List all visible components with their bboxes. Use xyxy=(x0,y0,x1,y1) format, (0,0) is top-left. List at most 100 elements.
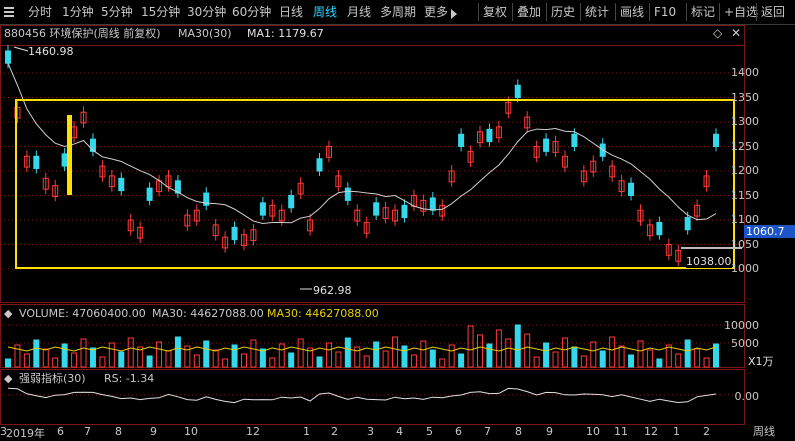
volume-bar xyxy=(439,358,446,368)
volume-bar xyxy=(212,349,219,368)
price-tick: 1150 xyxy=(731,188,759,202)
ma30-indicator-label[interactable]: MA30(30) xyxy=(178,27,232,40)
candle-body xyxy=(373,202,380,216)
price-tick: 1050 xyxy=(731,237,759,251)
rs-label: 强弱指标(30) xyxy=(19,372,86,385)
volume-bar xyxy=(127,337,134,368)
volume-bar xyxy=(684,339,691,368)
rs-collapse-icon[interactable]: ◆ xyxy=(4,372,12,385)
volume-bar xyxy=(89,347,96,368)
candle-body xyxy=(571,133,578,147)
rs-line xyxy=(7,387,717,404)
time-tick: 1 xyxy=(303,425,310,438)
more-caret-icon[interactable] xyxy=(451,9,457,19)
time-tick: 2019年 xyxy=(6,427,45,440)
tab-1[interactable]: 1分钟 xyxy=(62,0,94,24)
price-tick: 1350 xyxy=(731,90,759,104)
volume-bar xyxy=(637,340,644,368)
tab-4[interactable]: 30分钟 xyxy=(187,0,226,24)
candle-body xyxy=(5,50,11,64)
time-tick: 11 xyxy=(614,425,628,438)
volume-bar xyxy=(23,353,30,368)
volume-bar xyxy=(335,351,342,368)
volume-bar xyxy=(33,339,40,368)
tab-9[interactable]: 多周期 xyxy=(380,0,416,24)
volume-bar xyxy=(278,343,285,368)
candle-body xyxy=(514,84,521,98)
volume-bar xyxy=(477,334,483,368)
high-marker-arrow xyxy=(13,46,29,52)
toolbar-button-5[interactable]: F10 xyxy=(654,0,676,24)
volume-collapse-icon[interactable]: ◆ xyxy=(4,307,12,320)
volume-bar xyxy=(458,353,465,368)
volume-bar xyxy=(495,329,502,368)
toolbar-button-3[interactable]: 统计 xyxy=(585,0,609,24)
tab-7[interactable]: 周线 xyxy=(313,0,337,24)
volume-bar xyxy=(52,357,59,368)
tab-10[interactable]: 更多 xyxy=(424,0,448,24)
volume-bar xyxy=(259,348,266,368)
time-tick: 2 xyxy=(703,425,710,438)
toolbar-separator xyxy=(719,3,720,21)
volume-bar xyxy=(590,341,597,368)
diamond-icon[interactable]: ◇ xyxy=(713,27,722,40)
tab-5[interactable]: 60分钟 xyxy=(232,0,271,24)
volume-bar xyxy=(628,354,635,368)
volume-bar xyxy=(174,336,181,368)
time-tick: 2 xyxy=(331,425,338,438)
rs-value: RS: -1.34 xyxy=(104,372,155,385)
volume-bar xyxy=(231,344,238,368)
volume-bar xyxy=(373,341,380,368)
toolbar-button-7[interactable]: +自选 xyxy=(724,0,758,24)
ma1-value: MA1: 1179.67 xyxy=(247,27,324,40)
volume-bar xyxy=(561,337,568,368)
price-tick: 1100 xyxy=(731,213,759,226)
volume-ma30-label: MA30: 44627088.00 xyxy=(267,307,379,320)
tab-6[interactable]: 日线 xyxy=(279,0,303,24)
close-icon[interactable]: ✕ xyxy=(731,27,741,40)
price-tick: 1200 xyxy=(731,164,759,177)
candle-body xyxy=(316,158,323,172)
tab-3[interactable]: 15分钟 xyxy=(141,0,180,24)
high-marker: 1460.98 xyxy=(28,45,74,58)
toolbar-button-1[interactable]: 叠加 xyxy=(517,0,541,24)
volume-bar xyxy=(609,336,616,368)
volume-bar xyxy=(467,325,474,368)
candle-body xyxy=(89,138,96,152)
menu-icon[interactable] xyxy=(4,5,14,19)
volume-bar xyxy=(61,343,68,368)
volume-bar xyxy=(80,338,87,368)
volume-bar xyxy=(241,353,247,368)
volume-bar xyxy=(363,355,370,368)
toolbar-button-4[interactable]: 画线 xyxy=(620,0,644,24)
toolbar-button-2[interactable]: 历史 xyxy=(551,0,575,24)
toolbar-separator xyxy=(512,3,513,21)
volume-bar xyxy=(108,342,115,368)
candle-body xyxy=(33,155,40,170)
time-tick: 12 xyxy=(246,425,260,438)
toolbar-button-8[interactable]: 返回 xyxy=(761,0,785,24)
time-tick: 9 xyxy=(546,425,553,438)
time-tick: 10 xyxy=(184,425,198,438)
tab-2[interactable]: 5分钟 xyxy=(101,0,133,24)
toolbar: 分时 1分钟 5分钟 15分钟 30分钟 60分钟 日线 周线 月线 多周期 更多 复权 叠加 历史 统计… xyxy=(0,0,795,25)
volume-bar xyxy=(580,355,587,368)
toolbar-separator xyxy=(756,3,757,21)
tab-8[interactable]: 月线 xyxy=(347,0,371,24)
candle-body xyxy=(713,133,719,147)
ma30-line xyxy=(7,63,717,225)
toolbar-button-6[interactable]: 标记 xyxy=(691,0,715,24)
volume-tick-5000: 5000 xyxy=(731,337,759,350)
candle-body xyxy=(458,133,465,147)
price-tick: 1400 xyxy=(731,66,759,79)
tab-0[interactable]: 分时 xyxy=(28,0,52,24)
toolbar-button-0[interactable]: 复权 xyxy=(483,0,507,24)
security-title: 880456 环境保护(周线 前复权) xyxy=(4,27,161,40)
main-panel-border xyxy=(0,25,745,303)
price-tag: 1060.7 xyxy=(744,225,795,238)
volume-bar xyxy=(382,350,389,368)
volume-bar xyxy=(118,351,125,368)
time-tick: 8 xyxy=(515,425,522,438)
volume-bar xyxy=(344,337,351,368)
candle-body xyxy=(288,195,295,209)
